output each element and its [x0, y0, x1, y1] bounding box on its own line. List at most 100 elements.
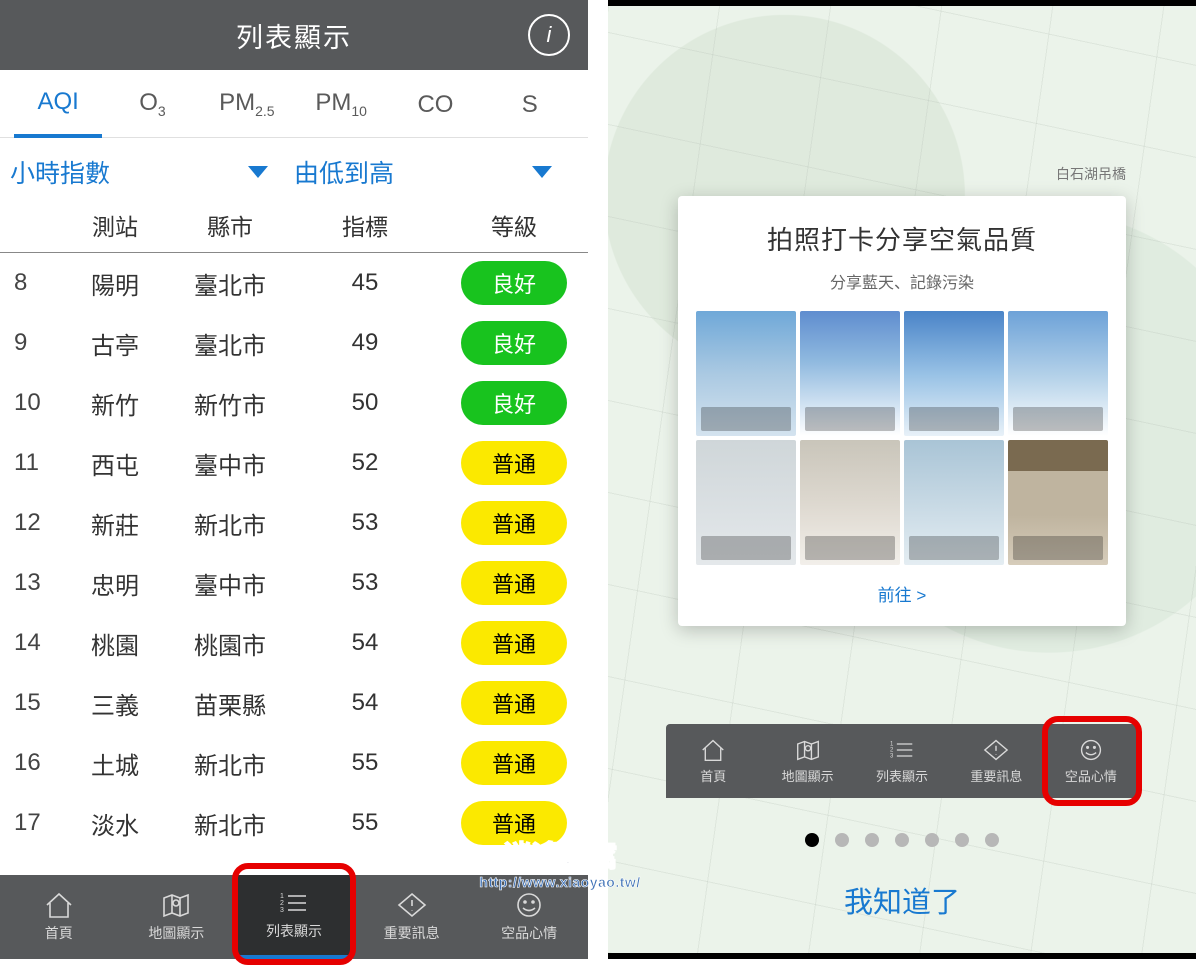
photo-thumb[interactable]: [1008, 311, 1108, 436]
table-row[interactable]: 11西屯臺中市52普通: [0, 433, 588, 493]
nav-home[interactable]: 首頁: [666, 724, 760, 798]
svg-text:1: 1: [890, 741, 894, 747]
nav-home[interactable]: 首頁: [0, 875, 118, 959]
nav-label: 首頁: [45, 923, 73, 943]
cell-station: 淡水: [60, 806, 170, 841]
go-link[interactable]: 前往 >: [696, 581, 1108, 606]
nav-label: 空品心情: [1065, 766, 1117, 785]
page-dot[interactable]: [865, 833, 879, 847]
col-station: 測站: [60, 208, 170, 242]
col-city: 縣市: [170, 208, 290, 242]
page-dot[interactable]: [985, 833, 999, 847]
table-row[interactable]: 10新竹新竹市50良好: [0, 373, 588, 433]
smile-icon: [513, 891, 545, 919]
photo-thumb[interactable]: [1008, 440, 1108, 565]
table-row[interactable]: 13忠明臺中市53普通: [0, 553, 588, 613]
cell-station: 三義: [60, 686, 170, 721]
cell-grade: 良好: [440, 261, 588, 305]
cell-index: 50: [290, 389, 440, 417]
table-header: 測站 縣市 指標 等級: [0, 204, 588, 253]
grade-badge: 普通: [461, 681, 567, 725]
cell-rank: 10: [0, 389, 60, 417]
photo-thumb[interactable]: [904, 311, 1004, 436]
nav-mood[interactable]: 空品心情: [1044, 724, 1138, 798]
table-body[interactable]: 8陽明臺北市45良好9古亭臺北市49良好10新竹新竹市50良好11西屯臺中市52…: [0, 253, 588, 875]
bottom-nav: 首頁 地圖顯示 123 列表顯示 重要訊息 空品心情: [666, 724, 1138, 798]
nav-alert[interactable]: 重要訊息: [353, 875, 471, 959]
alert-icon: [396, 891, 428, 919]
alert-icon: [982, 738, 1010, 762]
page-dot[interactable]: [955, 833, 969, 847]
photo-thumb[interactable]: [800, 311, 900, 436]
nav-label: 重要訊息: [970, 766, 1022, 785]
got-it-button[interactable]: 我知道了: [608, 879, 1196, 921]
cell-city: 臺北市: [170, 266, 290, 301]
svg-text:2: 2: [890, 747, 894, 753]
tab-o3[interactable]: O3: [108, 89, 196, 137]
nav-label: 列表顯示: [266, 921, 322, 941]
nav-map[interactable]: 地圖顯示: [118, 875, 236, 959]
nav-map[interactable]: 地圖顯示: [760, 724, 854, 798]
cell-grade: 普通: [440, 681, 588, 725]
page-dot[interactable]: [805, 833, 819, 847]
page-dots[interactable]: [608, 833, 1196, 847]
cell-index: 54: [290, 689, 440, 717]
cell-station: 陽明: [60, 266, 170, 301]
photo-thumb[interactable]: [904, 440, 1004, 565]
page-dot[interactable]: [835, 833, 849, 847]
nav-list[interactable]: 123 列表顯示: [235, 875, 353, 959]
cell-rank: 11: [0, 449, 60, 477]
tab-pm10[interactable]: PM10: [297, 89, 385, 137]
share-card: 拍照打卡分享空氣品質 分享藍天、記錄污染 前往 >: [678, 196, 1126, 626]
table-row[interactable]: 8陽明臺北市45良好: [0, 253, 588, 313]
table-row[interactable]: 17淡水新北市55普通: [0, 793, 588, 853]
nav-list[interactable]: 123 列表顯示: [855, 724, 949, 798]
cell-city: 桃園市: [170, 626, 290, 661]
tab-aqi[interactable]: AQI: [14, 88, 102, 138]
cell-rank: 13: [0, 569, 60, 597]
filter-sort[interactable]: 由低到高: [294, 154, 578, 190]
info-button[interactable]: i: [528, 14, 570, 56]
filter-bar: 小時指數 由低到高: [0, 138, 588, 204]
tab-pm25[interactable]: PM2.5: [203, 89, 291, 137]
nav-mood[interactable]: 空品心情: [470, 875, 588, 959]
chevron-down-icon: [532, 166, 552, 178]
cell-station: 古亭: [60, 326, 170, 361]
page-title: 列表顯示: [236, 16, 352, 55]
cell-rank: 15: [0, 689, 60, 717]
photo-thumb[interactable]: [800, 440, 900, 565]
page-dot[interactable]: [895, 833, 909, 847]
grade-badge: 普通: [461, 441, 567, 485]
header: 列表顯示 i: [0, 0, 588, 70]
home-icon: [699, 738, 727, 762]
table-row[interactable]: 14桃園桃園市54普通: [0, 613, 588, 673]
cell-grade: 普通: [440, 501, 588, 545]
cell-index: 55: [290, 809, 440, 837]
table-row[interactable]: 15三義苗栗縣54普通: [0, 673, 588, 733]
map-icon: [160, 891, 192, 919]
home-icon: [43, 891, 75, 919]
tab-s[interactable]: S: [486, 91, 574, 137]
photo-grid: [696, 311, 1108, 565]
grade-badge: 普通: [461, 621, 567, 665]
cell-city: 新竹市: [170, 386, 290, 421]
grade-badge: 普通: [461, 501, 567, 545]
nav-label: 空品心情: [501, 923, 557, 943]
col-index: 指標: [290, 208, 440, 242]
table-row[interactable]: 12新莊新北市53普通: [0, 493, 588, 553]
photo-thumb[interactable]: [696, 311, 796, 436]
smile-icon: [1077, 738, 1105, 762]
page-dot[interactable]: [925, 833, 939, 847]
cell-index: 45: [290, 269, 440, 297]
map-background[interactable]: 白石湖吊橋 拍照打卡分享空氣品質 分享藍天、記錄污染 前往 >: [608, 6, 1196, 953]
cell-city: 臺中市: [170, 566, 290, 601]
nav-alert[interactable]: 重要訊息: [949, 724, 1043, 798]
table-row[interactable]: 9古亭臺北市49良好: [0, 313, 588, 373]
filter-time[interactable]: 小時指數: [10, 154, 294, 190]
cell-grade: 良好: [440, 381, 588, 425]
cell-index: 54: [290, 629, 440, 657]
pollutant-tabs: AQI O3 PM2.5 PM10 CO S: [0, 70, 588, 138]
tab-co[interactable]: CO: [391, 91, 479, 137]
table-row[interactable]: 16土城新北市55普通: [0, 733, 588, 793]
photo-thumb[interactable]: [696, 440, 796, 565]
